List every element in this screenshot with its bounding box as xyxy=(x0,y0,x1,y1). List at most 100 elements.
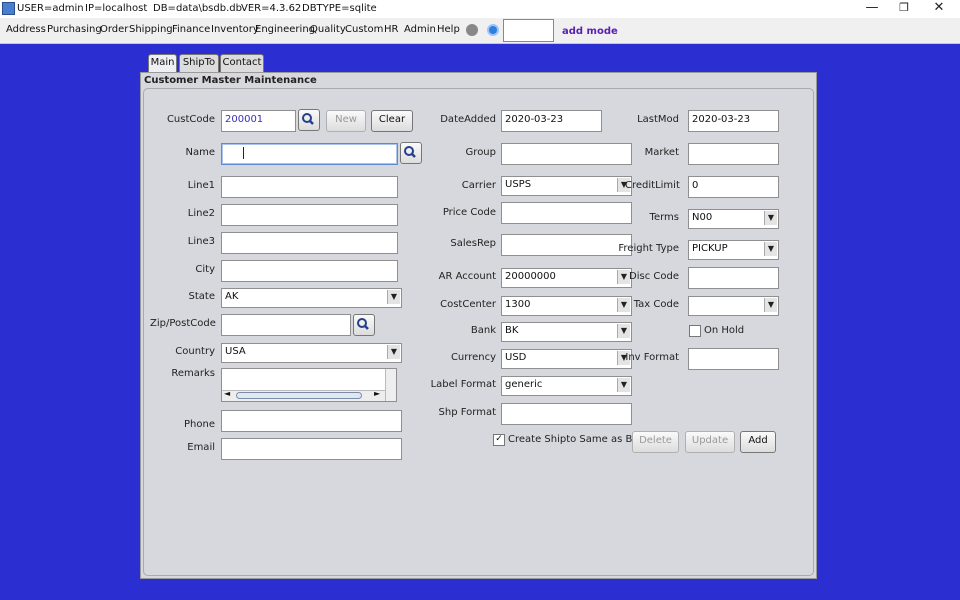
name-field[interactable] xyxy=(221,143,398,165)
line2-field[interactable] xyxy=(221,204,398,226)
scroll-thumb[interactable] xyxy=(236,392,362,399)
email-field[interactable] xyxy=(221,438,402,460)
market-field[interactable] xyxy=(688,143,779,165)
clear-button[interactable]: Clear xyxy=(371,110,413,132)
costcenter-select[interactable]: 1300 ▼ xyxy=(501,296,632,316)
state-select[interactable]: AK ▼ xyxy=(221,288,402,308)
onhold-checkbox[interactable] xyxy=(689,325,701,337)
market-label: Market xyxy=(644,147,679,158)
disccode-label: Disc Code xyxy=(629,271,679,282)
menu-engineering[interactable]: Engineering xyxy=(255,24,315,35)
db-info: DB=data\bsdb.db xyxy=(153,3,242,14)
menu-order[interactable]: Order xyxy=(100,24,128,35)
search-icon xyxy=(404,146,416,158)
taxcode-label: Tax Code xyxy=(633,299,679,310)
close-button[interactable]: ✕ xyxy=(924,0,954,16)
tab-main[interactable]: Main xyxy=(148,54,177,72)
currency-select[interactable]: USD ▼ xyxy=(501,349,632,369)
menu-quality[interactable]: Quality xyxy=(310,24,346,35)
invformat-field[interactable] xyxy=(688,348,779,370)
creditlimit-field[interactable]: 0 xyxy=(688,176,779,198)
menu-help[interactable]: Help xyxy=(437,24,460,35)
new-button[interactable]: New xyxy=(326,110,366,132)
stop-icon[interactable] xyxy=(466,24,478,36)
search-icon xyxy=(357,318,369,330)
araccount-select[interactable]: 20000000 ▼ xyxy=(501,268,632,288)
currency-value: USD xyxy=(505,352,527,363)
phone-field[interactable] xyxy=(221,410,402,432)
lastmod-field[interactable]: 2020-03-23 xyxy=(688,110,779,132)
zip-search-button[interactable] xyxy=(353,314,375,336)
zip-label: Zip/PostCode xyxy=(150,318,216,329)
line3-field[interactable] xyxy=(221,232,398,254)
menu-admin[interactable]: Admin xyxy=(404,24,436,35)
quick-search-input[interactable] xyxy=(503,19,554,42)
salesrep-field[interactable] xyxy=(501,234,632,256)
city-field[interactable] xyxy=(221,260,398,282)
terms-select[interactable]: N00 ▼ xyxy=(688,209,779,229)
create-shipto-checkbox[interactable]: ✓ xyxy=(493,434,505,446)
chevron-down-icon: ▼ xyxy=(764,211,777,225)
remarks-textarea[interactable]: ◄ ► xyxy=(221,368,397,402)
name-search-button[interactable] xyxy=(400,142,422,164)
state-label: State xyxy=(188,291,215,302)
tab-contact[interactable]: Contact xyxy=(220,54,264,72)
shpformat-label: Shp Format xyxy=(438,407,496,418)
labelformat-label: Label Format xyxy=(430,379,496,390)
state-value: AK xyxy=(225,291,239,302)
freighttype-select[interactable]: PICKUP ▼ xyxy=(688,240,779,260)
bank-value: BK xyxy=(505,325,519,336)
chevron-down-icon: ▼ xyxy=(764,242,777,256)
restore-button[interactable]: ❐ xyxy=(889,0,919,16)
disccode-field[interactable] xyxy=(688,267,779,289)
text-cursor xyxy=(243,147,244,159)
chevron-down-icon: ▼ xyxy=(617,324,630,338)
labelformat-select[interactable]: generic ▼ xyxy=(501,376,632,396)
custcode-search-button[interactable] xyxy=(298,109,320,131)
carrier-select[interactable]: USPS ▼ xyxy=(501,176,632,196)
line1-field[interactable] xyxy=(221,176,398,198)
create-shipto-label: Create Shipto Same as Billto xyxy=(508,434,651,445)
minimize-button[interactable]: — xyxy=(857,0,887,16)
menu-purchasing[interactable]: Purchasing xyxy=(47,24,102,35)
lastmod-label: LastMod xyxy=(637,114,679,125)
dateadded-field[interactable]: 2020-03-23 xyxy=(501,110,602,132)
menu-custom[interactable]: Custom xyxy=(345,24,383,35)
menu-hr[interactable]: HR xyxy=(384,24,398,35)
pricecode-field[interactable] xyxy=(501,202,632,224)
chevron-down-icon: ▼ xyxy=(764,298,777,312)
menu-address[interactable]: Address xyxy=(6,24,46,35)
custcode-field[interactable]: 200001 xyxy=(221,110,296,132)
country-label: Country xyxy=(175,346,215,357)
chevron-down-icon: ▼ xyxy=(387,290,400,304)
country-select[interactable]: USA ▼ xyxy=(221,343,402,363)
group-field[interactable] xyxy=(501,143,632,165)
bank-select[interactable]: BK ▼ xyxy=(501,322,632,342)
tab-shipto[interactable]: ShipTo xyxy=(179,54,219,72)
name-label: Name xyxy=(185,147,215,158)
onhold-label: On Hold xyxy=(704,325,745,336)
menu-shipping[interactable]: Shipping xyxy=(129,24,173,35)
menu-finance[interactable]: Finance xyxy=(172,24,210,35)
refresh-icon[interactable] xyxy=(487,24,499,36)
labelformat-value: generic xyxy=(505,379,543,390)
delete-button[interactable]: Delete xyxy=(632,431,679,453)
bank-label: Bank xyxy=(470,325,496,336)
chevron-down-icon: ▼ xyxy=(617,378,630,392)
creditlimit-label: CreditLimit xyxy=(625,180,680,191)
country-value: USA xyxy=(225,346,246,357)
freighttype-value: PICKUP xyxy=(692,243,728,254)
update-button[interactable]: Update xyxy=(685,431,735,453)
dateadded-label: DateAdded xyxy=(440,114,496,125)
mode-indicator: add mode xyxy=(562,26,618,37)
add-button[interactable]: Add xyxy=(740,431,776,453)
zip-field[interactable] xyxy=(221,314,351,336)
remarks-vertical-scrollbar[interactable] xyxy=(385,369,396,401)
shpformat-field[interactable] xyxy=(501,403,632,425)
taxcode-select[interactable]: ▼ xyxy=(688,296,779,316)
remarks-horizontal-scrollbar[interactable]: ◄ ► xyxy=(222,389,385,401)
scroll-right-icon[interactable]: ► xyxy=(374,389,380,398)
menu-inventory[interactable]: Inventory xyxy=(211,24,259,35)
scroll-left-icon[interactable]: ◄ xyxy=(224,389,230,398)
panel-title: Customer Master Maintenance xyxy=(144,75,317,86)
